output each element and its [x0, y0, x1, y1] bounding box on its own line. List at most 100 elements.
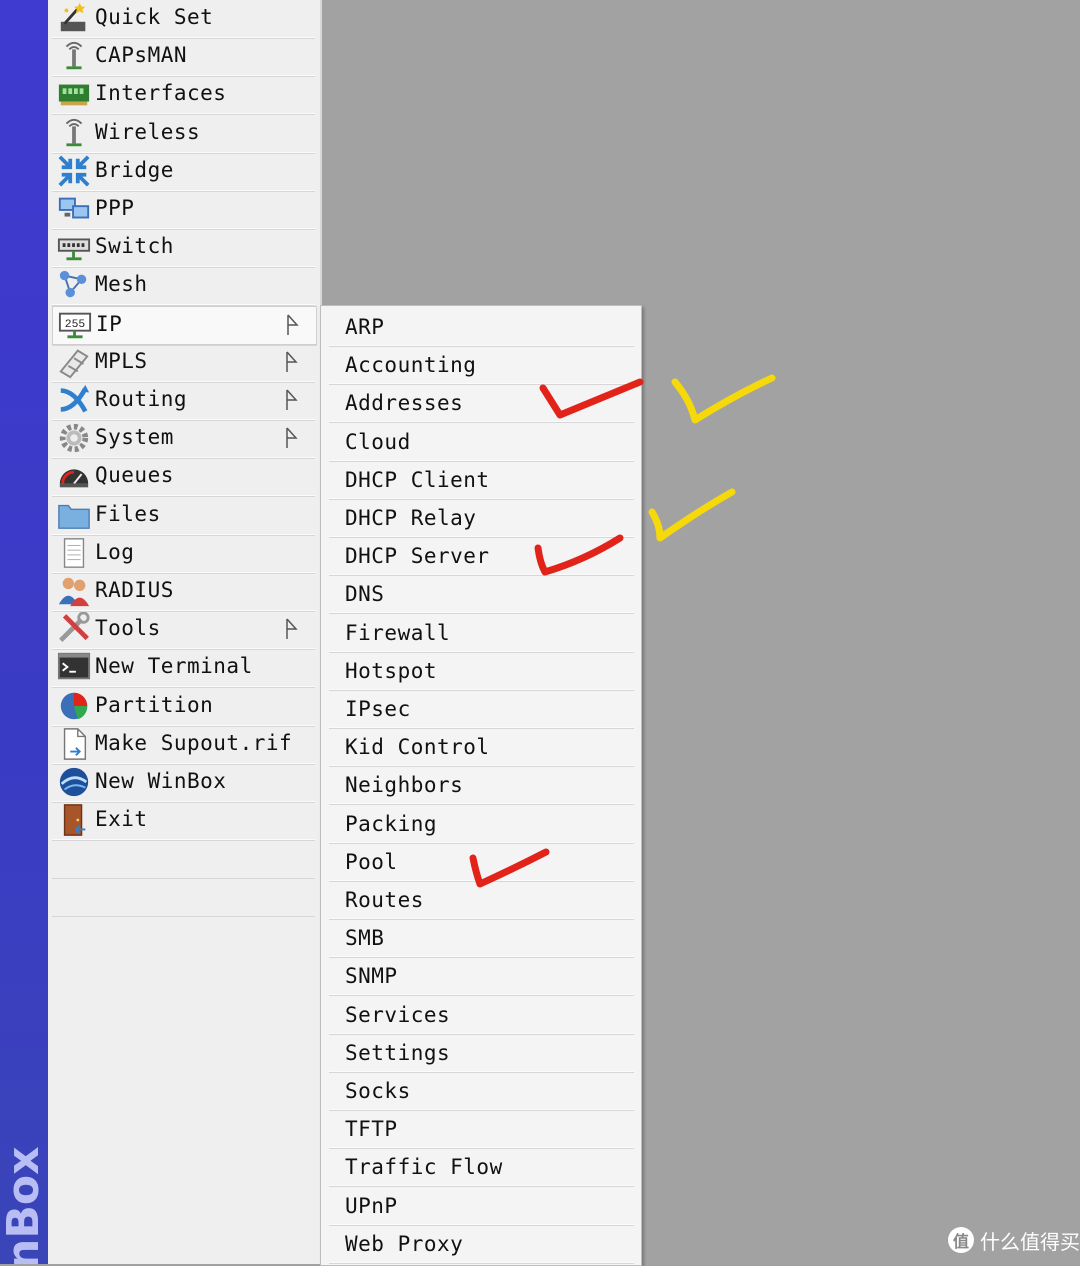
ip-submenu-item-traffic-flow[interactable]: Traffic Flow: [329, 1148, 634, 1187]
ip-submenu-item-settings[interactable]: Settings: [329, 1034, 634, 1072]
ip-submenu-item-label: UPnP: [345, 1193, 398, 1218]
bridge-icon: [56, 154, 92, 188]
submenu-arrow-icon: [284, 617, 300, 641]
ip-submenu-item-socks[interactable]: Socks: [329, 1072, 634, 1110]
menu-item-ppp[interactable]: PPP: [52, 191, 315, 229]
ip-submenu-item-upnp[interactable]: UPnP: [329, 1187, 634, 1225]
menu-item-label: Exit: [95, 807, 148, 832]
ip-submenu-item-services[interactable]: Services: [329, 996, 634, 1034]
menu-item-partition[interactable]: Partition: [52, 688, 315, 726]
ip-submenu-item-snmp[interactable]: SNMP: [329, 957, 634, 996]
menu-item-mesh[interactable]: Mesh: [52, 267, 315, 306]
ip-submenu-item-label: Traffic Flow: [345, 1155, 503, 1180]
mesh-icon: [56, 268, 92, 302]
ip-submenu-item-smb[interactable]: SMB: [329, 919, 634, 958]
ip-submenu-item-label: Accounting: [345, 353, 477, 378]
menu-item-label: Switch: [95, 234, 174, 259]
ip-submenu-item-dhcp-client[interactable]: DHCP Client: [329, 461, 634, 499]
mpls-icon: [56, 345, 92, 379]
menu-item-label: Partition: [95, 692, 214, 717]
ip-submenu-item-label: Services: [345, 1002, 451, 1027]
ip-submenu-item-web-proxy[interactable]: Web Proxy: [329, 1225, 634, 1263]
folder-icon: [56, 498, 92, 532]
ip-submenu-item-label: SNMP: [345, 964, 398, 989]
ip-submenu-item-accounting[interactable]: Accounting: [329, 346, 634, 385]
menu-item-log[interactable]: Log: [52, 535, 315, 573]
ip-submenu-item-ipsec[interactable]: IPsec: [329, 690, 634, 728]
ip-submenu-item-label: Pool: [345, 849, 398, 874]
menu-item-label: Files: [95, 501, 161, 526]
ip-submenu-item-addresses[interactable]: Addresses: [329, 384, 634, 423]
ip-submenu-item-label: SMB: [345, 926, 385, 951]
menu-item-mpls[interactable]: MPLS: [52, 344, 315, 382]
ip-submenu-item-cloud[interactable]: Cloud: [329, 423, 634, 461]
smzdm-logo-icon: 值: [948, 1227, 974, 1253]
ip-submenu-item-dhcp-relay[interactable]: DHCP Relay: [329, 499, 634, 537]
menu-item-label: New Terminal: [95, 654, 253, 679]
network-card-icon: [56, 77, 92, 111]
ip-submenu-item-label: DHCP Client: [345, 467, 490, 492]
watermark: 值 什么值得买: [948, 1224, 1080, 1256]
menu-item-exit[interactable]: Exit: [52, 802, 315, 841]
menu-item-new-terminal[interactable]: New Terminal: [52, 649, 315, 688]
ip-submenu-item-firewall[interactable]: Firewall: [329, 614, 634, 652]
menu-item-capsman[interactable]: CAPsMAN: [52, 38, 315, 77]
notepad-icon: [56, 536, 92, 570]
menu-item-bridge[interactable]: Bridge: [52, 153, 315, 191]
ip-submenu-item-hotspot[interactable]: Hotspot: [329, 652, 634, 690]
menu-item-files[interactable]: Files: [52, 497, 315, 535]
ip-submenu-item-neighbors[interactable]: Neighbors: [329, 766, 634, 805]
ip-submenu-item-label: Cloud: [345, 429, 411, 454]
menu-item-label: New WinBox: [95, 769, 227, 793]
submenu-arrow-icon: [284, 388, 300, 412]
svg-text:255: 255: [65, 318, 86, 330]
ip-submenu-item-dhcp-server[interactable]: DHCP Server: [329, 537, 634, 576]
menu-item-interfaces[interactable]: Interfaces: [52, 76, 315, 115]
menu-item-label: Queues: [95, 463, 174, 488]
menu-item-ip[interactable]: 255 IP: [52, 305, 317, 345]
ip-255-icon: 255: [57, 308, 93, 342]
menu-item-switch[interactable]: Switch: [52, 229, 315, 268]
menu-item-queues[interactable]: Queues: [52, 458, 315, 497]
watermark-text: 什么值得买: [980, 1229, 1080, 1254]
menu-item-label: CAPsMAN: [95, 43, 188, 68]
ip-submenu-item-label: DNS: [345, 582, 385, 607]
ip-submenu-item-label: DHCP Relay: [345, 506, 477, 530]
menu-item-new-winbox[interactable]: New WinBox: [52, 764, 315, 802]
wand-icon: [56, 1, 92, 35]
menu-item-system[interactable]: System: [52, 420, 315, 459]
ip-submenu-item-label: IPsec: [345, 697, 411, 721]
antenna-icon: [56, 39, 92, 73]
ip-submenu-item-pool[interactable]: Pool: [329, 843, 634, 881]
menu-item-make-supout-rif[interactable]: Make Supout.rif: [52, 726, 315, 764]
menu-item-label: PPP: [95, 196, 135, 220]
menu-item-tools[interactable]: Tools: [52, 611, 315, 650]
menu-item-label: Interfaces: [95, 81, 227, 106]
switch-icon: [56, 230, 92, 264]
users-icon: [56, 574, 92, 608]
menu-item-quick-set[interactable]: Quick Set: [52, 0, 315, 38]
computers-icon: [56, 192, 92, 226]
ip-submenu: ARP Accounting Addresses Cloud DHCP Client DH…: [320, 305, 642, 1266]
ip-submenu-item-label: DHCP Server: [345, 544, 490, 569]
menu-item-wireless[interactable]: Wireless: [52, 115, 315, 153]
menu-separator: [52, 877, 315, 879]
menu-item-label: System: [95, 425, 174, 450]
ip-submenu-item-kid-control[interactable]: Kid Control: [329, 728, 634, 767]
ip-submenu-item-label: ARP: [345, 315, 385, 339]
ip-submenu-item-label: Settings: [345, 1040, 451, 1065]
ip-submenu-item-label: Hotspot: [345, 658, 438, 683]
ip-submenu-item-packing[interactable]: Packing: [329, 805, 634, 843]
menu-item-radius[interactable]: RADIUS: [52, 573, 315, 611]
menu-item-label: Tools: [95, 616, 161, 641]
ip-submenu-item-arp[interactable]: ARP: [329, 308, 634, 346]
ip-submenu-item-tftp[interactable]: TFTP: [329, 1110, 634, 1149]
submenu-arrow-icon: [284, 350, 300, 374]
menu-item-label: Wireless: [95, 119, 201, 144]
ip-submenu-item-routes[interactable]: Routes: [329, 881, 634, 919]
tools-icon: [56, 611, 92, 646]
ip-submenu-item-dns[interactable]: DNS: [329, 575, 634, 614]
menu-item-label: RADIUS: [95, 578, 174, 602]
winbox-brand-text: nBox: [0, 1146, 48, 1264]
menu-item-routing[interactable]: Routing: [52, 382, 315, 420]
